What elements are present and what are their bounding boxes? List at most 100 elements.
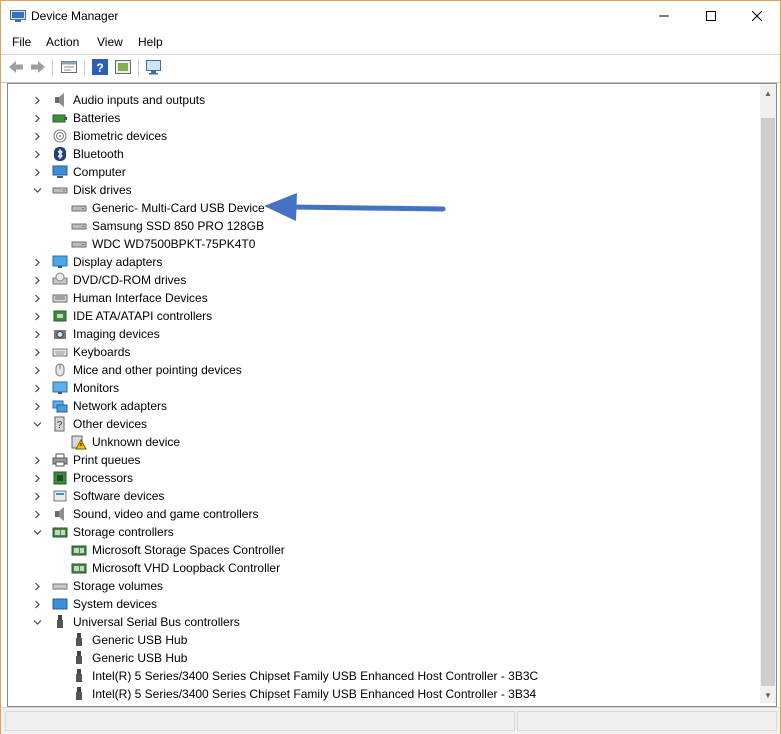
menu-file[interactable]: File	[12, 35, 31, 49]
system-device-icon	[52, 596, 68, 612]
chevron-right-icon[interactable]	[32, 253, 42, 271]
chevron-right-icon[interactable]	[32, 469, 42, 487]
tree-category[interactable]: Imaging devices	[32, 325, 160, 343]
chevron-right-icon[interactable]	[32, 109, 42, 127]
camera-icon	[52, 326, 68, 342]
chevron-right-icon[interactable]	[32, 127, 42, 145]
tree-item-label: WDC WD7500BPKT-75PK4T0	[92, 237, 256, 251]
chevron-right-icon[interactable]	[32, 145, 42, 163]
tree-category[interactable]: Print queues	[32, 451, 140, 469]
chevron-right-icon[interactable]	[32, 271, 42, 289]
chevron-down-icon[interactable]	[32, 523, 42, 541]
printer-icon	[52, 452, 68, 468]
tree-category[interactable]: DVD/CD-ROM drives	[32, 271, 186, 289]
chevron-down-icon[interactable]	[32, 415, 42, 433]
tree-item-label: Computer	[73, 165, 126, 179]
menu-help[interactable]: Help	[138, 35, 163, 49]
chevron-down-icon[interactable]	[32, 181, 42, 199]
tree-item-label: Processors	[73, 471, 134, 485]
tree-category[interactable]: Batteries	[32, 109, 120, 127]
warning-icon	[71, 434, 87, 450]
chevron-down-icon[interactable]	[32, 613, 42, 631]
chevron-right-icon[interactable]	[32, 307, 42, 325]
back-icon[interactable]	[7, 58, 25, 76]
tree-device[interactable]: WDC WD7500BPKT-75PK4T0	[51, 235, 255, 253]
properties-icon[interactable]	[60, 58, 78, 76]
toolbar-separator	[84, 59, 85, 77]
tree-category[interactable]: Audio inputs and outputs	[32, 91, 205, 109]
chevron-right-icon[interactable]	[32, 487, 42, 505]
tree-category[interactable]: Processors	[32, 469, 133, 487]
tree-item-label: Unknown device	[92, 435, 181, 449]
forward-icon[interactable]	[29, 58, 47, 76]
help-icon[interactable]: ?	[91, 58, 109, 76]
status-bar	[1, 707, 780, 734]
chevron-right-icon[interactable]	[32, 595, 42, 613]
menu-view[interactable]: View	[97, 35, 123, 49]
scroll-up-icon[interactable]: ▲	[760, 85, 776, 101]
monitor-icon	[52, 380, 68, 396]
chevron-right-icon[interactable]	[32, 91, 42, 109]
chevron-right-icon[interactable]	[32, 397, 42, 415]
tree-category[interactable]: ? Other devices	[32, 415, 147, 433]
tree-category[interactable]: Storage volumes	[32, 577, 163, 595]
update-driver-icon[interactable]	[114, 58, 132, 76]
svg-text:?: ?	[57, 420, 63, 431]
tree-category[interactable]: Universal Serial Bus controllers	[32, 613, 240, 631]
tree-category[interactable]: Network adapters	[32, 397, 167, 415]
chevron-right-icon[interactable]	[32, 325, 42, 343]
chevron-right-icon[interactable]	[32, 361, 42, 379]
tree-item-label: Human Interface Devices	[73, 291, 208, 305]
tree-category[interactable]: Sound, video and game controllers	[32, 505, 258, 523]
tree-device[interactable]: Generic- Multi-Card USB Device	[51, 199, 265, 217]
menu-action[interactable]: Action	[46, 35, 79, 49]
tree-item-label: Batteries	[73, 111, 121, 125]
maximize-button[interactable]	[688, 1, 734, 31]
tree-device[interactable]: Generic USB Hub	[51, 649, 187, 667]
svg-text:?: ?	[96, 61, 103, 75]
tree-category[interactable]: Software devices	[32, 487, 164, 505]
tree-item-label: Imaging devices	[73, 327, 160, 341]
tree-device[interactable]: Generic USB Hub	[51, 631, 187, 649]
tree-device[interactable]: Samsung SSD 850 PRO 128GB	[51, 217, 264, 235]
tree-category[interactable]: Disk drives	[32, 181, 132, 199]
title-bar[interactable]: Device Manager	[1, 1, 780, 32]
minimize-button[interactable]	[641, 1, 687, 31]
tree-item-label: Keyboards	[73, 345, 131, 359]
chevron-right-icon[interactable]	[32, 577, 42, 595]
tree-category[interactable]: Monitors	[32, 379, 119, 397]
chevron-right-icon[interactable]	[32, 289, 42, 307]
chevron-right-icon[interactable]	[32, 379, 42, 397]
tree-device[interactable]: Intel(R) 5 Series/3400 Series Chipset Fa…	[51, 685, 536, 703]
tree-category[interactable]: System devices	[32, 595, 157, 613]
tree-category[interactable]: Computer	[32, 163, 126, 181]
close-button[interactable]	[734, 1, 780, 31]
tree-item-label: Microsoft VHD Loopback Controller	[92, 561, 281, 575]
chevron-right-icon[interactable]	[32, 505, 42, 523]
device-tree[interactable]: ▲ ▼ Audio inputs and outputs Batteries Bio…	[7, 83, 777, 707]
tree-category[interactable]: Biometric devices	[32, 127, 167, 145]
tree-category[interactable]: Display adapters	[32, 253, 162, 271]
tree-device[interactable]: Unknown device	[51, 433, 180, 451]
speaker-icon	[52, 92, 68, 108]
tree-device[interactable]: Intel(R) 5 Series/3400 Series Chipset Fa…	[51, 667, 538, 685]
tree-item-label: DVD/CD-ROM drives	[73, 273, 187, 287]
tree-category[interactable]: Storage controllers	[32, 523, 174, 541]
chevron-right-icon[interactable]	[32, 343, 42, 361]
chevron-right-icon[interactable]	[32, 163, 42, 181]
chevron-right-icon[interactable]	[32, 451, 42, 469]
scroll-down-icon[interactable]: ▼	[760, 687, 776, 703]
storage-controller-icon	[52, 524, 68, 540]
toolbar: ?	[1, 54, 780, 83]
scan-hardware-icon[interactable]	[145, 58, 163, 76]
tree-category[interactable]: Keyboards	[32, 343, 130, 361]
tree-category[interactable]: Human Interface Devices	[32, 289, 208, 307]
speaker-icon	[52, 506, 68, 522]
tree-device[interactable]: Microsoft VHD Loopback Controller	[51, 559, 280, 577]
tree-category[interactable]: Mice and other pointing devices	[32, 361, 242, 379]
vertical-scrollbar[interactable]: ▲ ▼	[760, 85, 776, 703]
tree-device[interactable]: Microsoft Storage Spaces Controller	[51, 541, 285, 559]
tree-category[interactable]: Bluetooth	[32, 145, 124, 163]
tree-category[interactable]: IDE ATA/ATAPI controllers	[32, 307, 212, 325]
scrollbar-thumb[interactable]	[761, 118, 775, 686]
